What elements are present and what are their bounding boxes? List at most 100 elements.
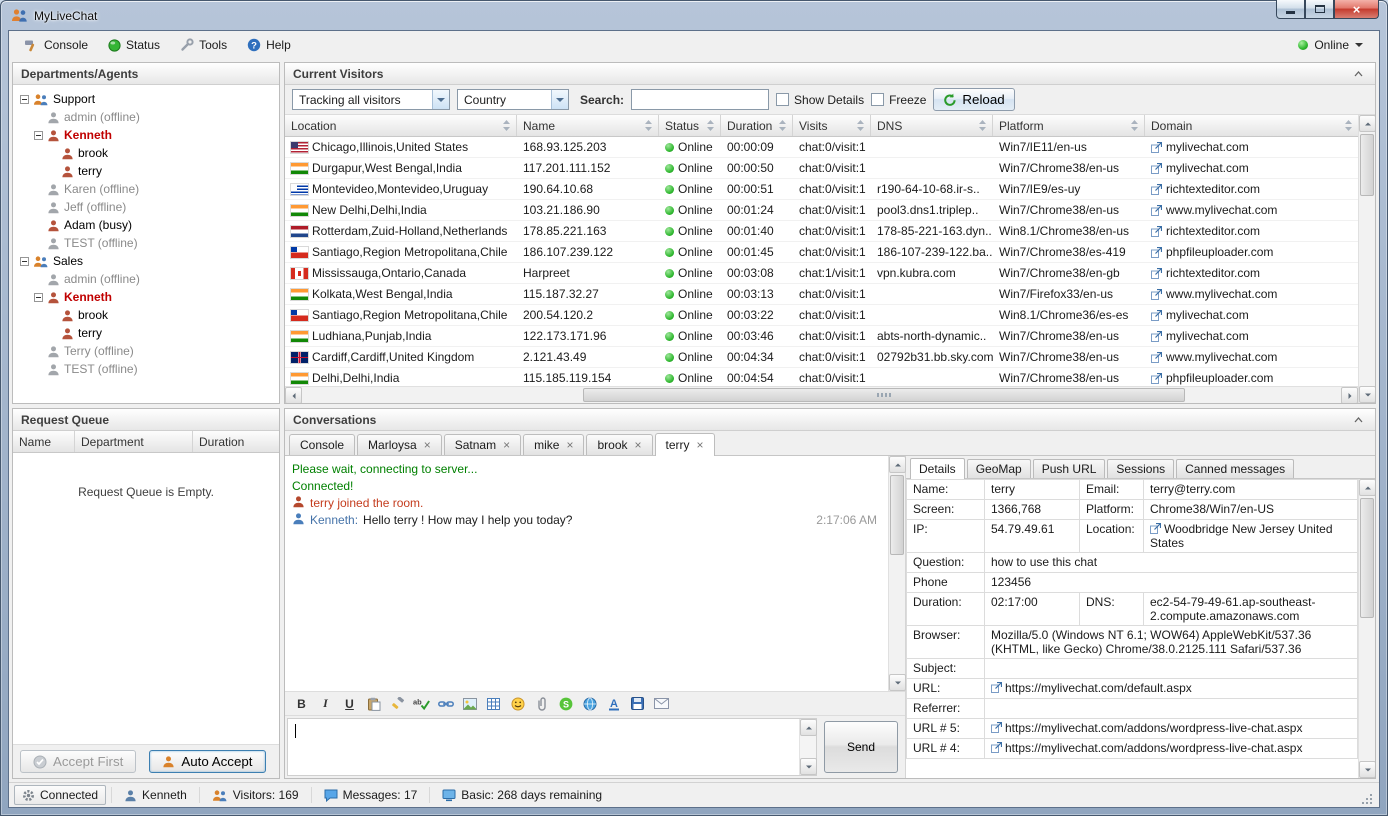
scroll-left-button[interactable] bbox=[285, 387, 302, 404]
menu-status[interactable]: Status bbox=[99, 34, 169, 56]
country-filter-select[interactable]: Country bbox=[457, 89, 569, 110]
bold-button[interactable]: B bbox=[290, 694, 313, 714]
font-color-button[interactable]: A bbox=[602, 694, 625, 714]
insert-table-button[interactable] bbox=[482, 694, 505, 714]
chat-tab-brook[interactable]: brook× bbox=[586, 434, 652, 455]
italic-button[interactable]: I bbox=[314, 694, 337, 714]
tree-collapse-icon[interactable] bbox=[34, 293, 43, 302]
details-value[interactable]: https://mylivechat.com/addons/wordpress-… bbox=[985, 739, 1358, 759]
tree-node-brook[interactable]: brook bbox=[13, 144, 279, 162]
input-scrollbar[interactable] bbox=[799, 719, 816, 775]
details-value[interactable]: https://mylivechat.com/addons/wordpress-… bbox=[985, 719, 1358, 739]
visitor-row[interactable]: Chicago,Illinois,United States168.93.125… bbox=[285, 137, 1358, 158]
details-tab-canned-messages[interactable]: Canned messages bbox=[1176, 459, 1294, 478]
collapse-visitors-button[interactable] bbox=[1349, 66, 1367, 82]
tracking-filter-select[interactable]: Tracking all visitors bbox=[292, 89, 450, 110]
queue-column-department[interactable]: Department bbox=[75, 431, 193, 452]
column-header-name[interactable]: Name bbox=[517, 115, 659, 136]
emoticon-button[interactable] bbox=[506, 694, 529, 714]
visitor-row[interactable]: Santiago,Region Metropolitana,Chile186.1… bbox=[285, 242, 1358, 263]
details-tab-sessions[interactable]: Sessions bbox=[1107, 459, 1174, 478]
save-transcript-button[interactable] bbox=[626, 694, 649, 714]
queue-column-duration[interactable]: Duration bbox=[193, 431, 279, 452]
attachment-button[interactable] bbox=[530, 694, 553, 714]
minimize-button[interactable] bbox=[1276, 0, 1305, 19]
chat-tab-mike[interactable]: mike× bbox=[523, 434, 584, 455]
show-details-checkbox[interactable]: Show Details bbox=[776, 93, 864, 107]
scrollbar-thumb[interactable] bbox=[1360, 134, 1374, 196]
format-painter-button[interactable] bbox=[386, 694, 409, 714]
tree-node-test-offline-[interactable]: TEST (offline) bbox=[13, 234, 279, 252]
column-header-domain[interactable]: Domain bbox=[1145, 115, 1358, 136]
visitors-horizontal-scrollbar[interactable] bbox=[285, 386, 1358, 403]
scrollbar-thumb[interactable] bbox=[583, 388, 1186, 402]
scroll-up-button[interactable] bbox=[1359, 115, 1376, 132]
close-tab-icon[interactable]: × bbox=[503, 440, 510, 450]
online-status-dropdown[interactable]: Online bbox=[1288, 35, 1373, 55]
chat-tab-terry[interactable]: terry× bbox=[655, 433, 715, 456]
close-tab-icon[interactable]: × bbox=[424, 440, 431, 450]
maximize-button[interactable] bbox=[1305, 0, 1334, 19]
send-button[interactable]: Send bbox=[824, 721, 898, 773]
column-header-duration[interactable]: Duration bbox=[721, 115, 793, 136]
column-header-status[interactable]: Status bbox=[659, 115, 721, 136]
chat-tab-satnam[interactable]: Satnam× bbox=[444, 434, 521, 455]
translate-button[interactable] bbox=[578, 694, 601, 714]
reload-button[interactable]: Reload bbox=[933, 88, 1014, 111]
close-tab-icon[interactable]: × bbox=[697, 440, 704, 450]
email-transcript-button[interactable] bbox=[650, 694, 673, 714]
scrollbar-thumb[interactable] bbox=[890, 475, 904, 555]
menu-tools[interactable]: Tools bbox=[171, 34, 236, 56]
chat-tab-marloysa[interactable]: Marloysa× bbox=[357, 434, 442, 455]
close-button[interactable]: × bbox=[1334, 0, 1379, 19]
menu-console[interactable]: Console bbox=[15, 34, 97, 56]
scroll-up-button[interactable] bbox=[1359, 479, 1376, 496]
paste-button[interactable] bbox=[362, 694, 385, 714]
resize-grip[interactable] bbox=[1360, 793, 1374, 807]
insert-image-button[interactable] bbox=[458, 694, 481, 714]
tree-node-admin-offline-[interactable]: admin (offline) bbox=[13, 108, 279, 126]
tree-node-terry[interactable]: terry bbox=[13, 324, 279, 342]
underline-button[interactable]: U bbox=[338, 694, 361, 714]
tree-node-terry[interactable]: terry bbox=[13, 162, 279, 180]
visitor-row[interactable]: Montevideo,Montevideo,Uruguay190.64.10.6… bbox=[285, 179, 1358, 200]
tree-node-brook[interactable]: brook bbox=[13, 306, 279, 324]
chat-vertical-scrollbar[interactable] bbox=[888, 456, 905, 691]
search-input[interactable] bbox=[631, 89, 769, 110]
accept-first-button[interactable]: Accept First bbox=[20, 750, 136, 773]
close-tab-icon[interactable]: × bbox=[635, 440, 642, 450]
visitor-row[interactable]: Rotterdam,Zuid-Holland,Netherlands178.85… bbox=[285, 221, 1358, 242]
tree-node-adam-busy-[interactable]: Adam (busy) bbox=[13, 216, 279, 234]
scroll-down-button[interactable] bbox=[1359, 386, 1376, 403]
scroll-up-button[interactable] bbox=[889, 456, 906, 473]
details-tab-push-url[interactable]: Push URL bbox=[1033, 459, 1106, 478]
scroll-up-button[interactable] bbox=[800, 719, 817, 736]
spellcheck-button[interactable]: ab bbox=[410, 694, 433, 714]
details-value[interactable]: https://mylivechat.com/default.aspx bbox=[985, 679, 1358, 699]
chat-tab-console[interactable]: Console bbox=[289, 434, 355, 455]
tree-node-admin-offline-[interactable]: admin (offline) bbox=[13, 270, 279, 288]
scroll-down-button[interactable] bbox=[800, 758, 817, 775]
tree-node-karen-offline-[interactable]: Karen (offline) bbox=[13, 180, 279, 198]
connection-status[interactable]: Connected bbox=[14, 785, 106, 805]
visitor-row[interactable]: Delhi,Delhi,India115.185.119.154Online00… bbox=[285, 368, 1358, 386]
titlebar[interactable]: MyLiveChat × bbox=[1, 1, 1387, 30]
queue-column-name[interactable]: Name bbox=[13, 431, 75, 452]
scroll-right-button[interactable] bbox=[1341, 387, 1358, 404]
menu-help[interactable]: ? Help bbox=[238, 34, 300, 56]
tree-collapse-icon[interactable] bbox=[20, 95, 29, 104]
tree-node-jeff-offline-[interactable]: Jeff (offline) bbox=[13, 198, 279, 216]
column-header-platform[interactable]: Platform bbox=[993, 115, 1145, 136]
visitor-row[interactable]: New Delhi,Delhi,India103.21.186.90Online… bbox=[285, 200, 1358, 221]
tree-node-support[interactable]: Support bbox=[13, 90, 279, 108]
skype-button[interactable]: S bbox=[554, 694, 577, 714]
tree-collapse-icon[interactable] bbox=[34, 131, 43, 140]
column-header-dns[interactable]: DNS bbox=[871, 115, 993, 136]
visitor-row[interactable]: Santiago,Region Metropolitana,Chile200.5… bbox=[285, 305, 1358, 326]
hyperlink-button[interactable] bbox=[434, 694, 457, 714]
details-tab-geomap[interactable]: GeoMap bbox=[967, 459, 1031, 478]
visitor-row[interactable]: Mississauga,Ontario,CanadaHarpreetOnline… bbox=[285, 263, 1358, 284]
details-vertical-scrollbar[interactable] bbox=[1358, 479, 1375, 778]
message-input[interactable] bbox=[288, 719, 799, 775]
visitor-row[interactable]: Cardiff,Cardiff,United Kingdom2.121.43.4… bbox=[285, 347, 1358, 368]
